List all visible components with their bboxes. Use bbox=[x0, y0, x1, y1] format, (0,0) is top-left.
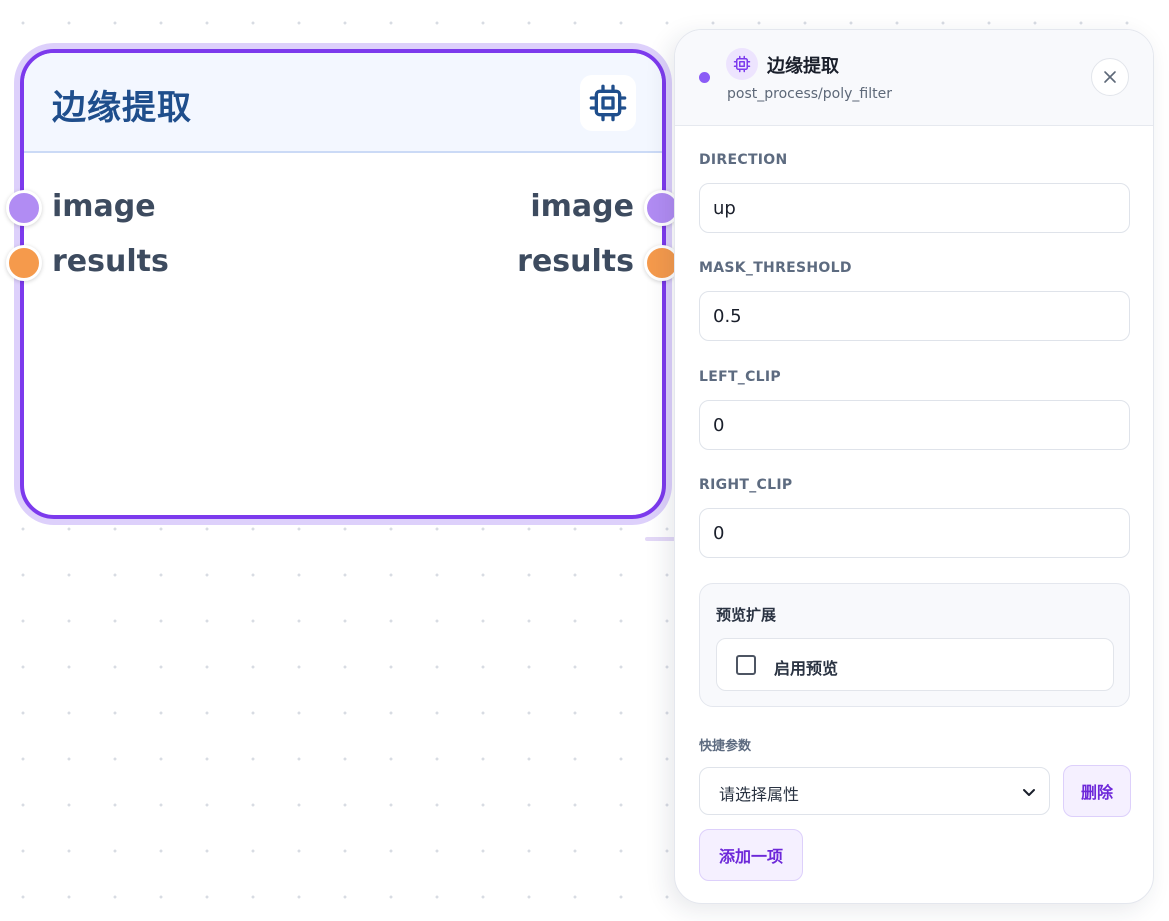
node-header[interactable]: 边缘提取 bbox=[24, 53, 662, 153]
attribute-select[interactable]: 请选择属性 bbox=[699, 767, 1050, 815]
right-clip-input[interactable] bbox=[699, 508, 1130, 558]
delete-button[interactable]: 删除 bbox=[1063, 765, 1131, 817]
close-button[interactable] bbox=[1091, 58, 1129, 96]
close-icon bbox=[1104, 71, 1116, 83]
field-label-mask-threshold: MASK_THRESHOLD bbox=[699, 260, 852, 276]
input-port-image[interactable] bbox=[6, 190, 42, 226]
cpu-chip-icon bbox=[580, 75, 636, 131]
left-clip-input[interactable] bbox=[699, 400, 1130, 450]
input-port-label: results bbox=[52, 244, 169, 279]
enable-preview-checkbox[interactable] bbox=[736, 655, 756, 675]
mask-threshold-input[interactable] bbox=[699, 291, 1130, 341]
quick-params-label: 快捷参数 bbox=[699, 739, 752, 754]
pipeline-node[interactable]: 边缘提取 image results image results bbox=[6, 49, 680, 519]
panel-title: 边缘提取 bbox=[767, 56, 839, 77]
panel-subtitle: post_process/poly_filter bbox=[727, 86, 892, 102]
field-label-left-clip: LEFT_CLIP bbox=[699, 369, 781, 385]
preview-section-title: 预览扩展 bbox=[716, 606, 777, 624]
preview-extension-section: 预览扩展 启用预览 bbox=[699, 583, 1130, 707]
cpu-chip-icon bbox=[726, 48, 758, 80]
panel-header: 边缘提取 post_process/poly_filter bbox=[675, 30, 1153, 126]
status-dot bbox=[699, 72, 710, 83]
input-port-label: image bbox=[52, 189, 156, 224]
field-label-right-clip: RIGHT_CLIP bbox=[699, 477, 793, 493]
attribute-select-value: 请选择属性 bbox=[719, 785, 800, 804]
enable-preview-label: 启用预览 bbox=[774, 659, 839, 678]
input-port-results[interactable] bbox=[6, 245, 42, 281]
node-title: 边缘提取 bbox=[52, 88, 192, 128]
chevron-down-icon bbox=[1023, 789, 1035, 796]
output-port-label: image bbox=[530, 189, 634, 224]
add-item-button[interactable]: 添加一项 bbox=[699, 829, 803, 881]
direction-input[interactable] bbox=[699, 183, 1130, 233]
node-inspector-panel: 边缘提取 post_process/poly_filter DIRECTION … bbox=[674, 29, 1154, 904]
output-port-label: results bbox=[517, 244, 634, 279]
enable-preview-row[interactable]: 启用预览 bbox=[716, 638, 1114, 691]
field-label-direction: DIRECTION bbox=[699, 152, 788, 168]
